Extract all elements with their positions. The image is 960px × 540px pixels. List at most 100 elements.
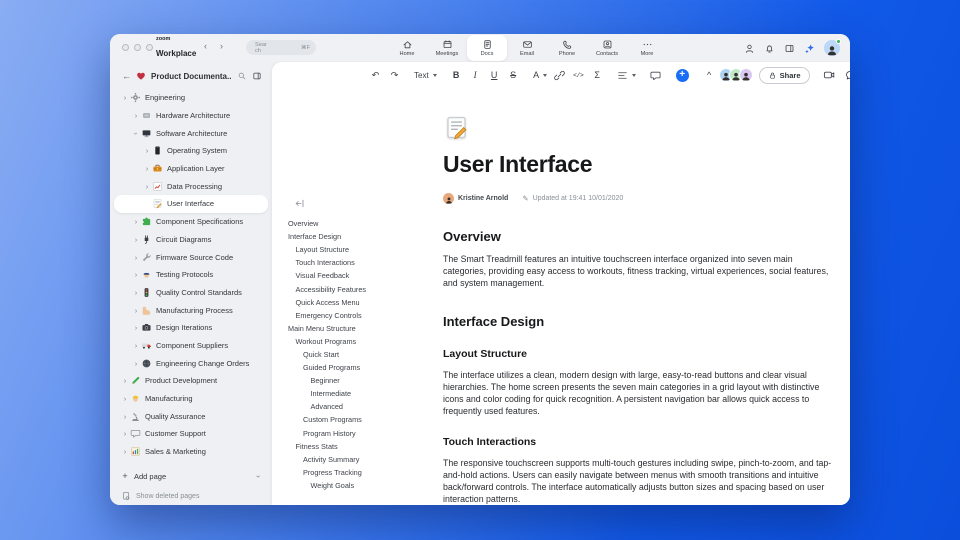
outline-item-advanced[interactable]: Advanced xyxy=(288,400,433,413)
chevron-right-icon[interactable]: › xyxy=(120,93,130,102)
memo-doc-icon[interactable] xyxy=(443,114,470,141)
undo-button[interactable]: ↶ xyxy=(368,67,383,83)
chevron-right-icon[interactable]: › xyxy=(131,253,141,262)
text-style-button[interactable]: Text xyxy=(414,67,437,83)
sidebar-item-manufacturing[interactable]: › Manufacturing xyxy=(114,390,268,408)
user-avatar[interactable] xyxy=(824,39,841,56)
chevron-right-icon[interactable]: › xyxy=(142,146,152,155)
outline-item-accessibility-features[interactable]: Accessibility Features xyxy=(288,282,433,295)
redo-button[interactable]: ↷ xyxy=(387,67,402,83)
chevron-down-icon[interactable]: › xyxy=(132,128,141,138)
sidebar-item-customer-support[interactable]: › Customer Support xyxy=(114,425,268,443)
chevron-right-icon[interactable]: › xyxy=(142,182,152,191)
chevron-right-icon[interactable]: › xyxy=(131,217,141,226)
collapse-toolbar-button[interactable]: ^ xyxy=(702,67,717,83)
sidebar-item-testing-protocols[interactable]: › Testing Protocols xyxy=(114,266,268,284)
outline-item-emergency-controls[interactable]: Emergency Controls xyxy=(288,309,433,322)
outline-item-fitness-stats[interactable]: Fitness Stats xyxy=(288,440,433,453)
sidebar-collapse-icon[interactable] xyxy=(252,71,262,81)
outline-item-program-history[interactable]: Program History xyxy=(288,427,433,440)
outline-item-activity-summary[interactable]: Activity Summary xyxy=(288,453,433,466)
chevron-right-icon[interactable]: › xyxy=(120,429,130,438)
outline-item-overview[interactable]: Overview xyxy=(288,217,433,230)
minimize-window-button[interactable] xyxy=(134,44,141,51)
collapse-outline-icon[interactable] xyxy=(294,198,305,209)
sidebar-item-manufacturing-process[interactable]: › Manufacturing Process xyxy=(114,301,268,319)
back-arrow-icon[interactable]: ← xyxy=(122,71,131,81)
sidebar-item-quality-assurance[interactable]: › Quality Assurance xyxy=(114,407,268,425)
outline-item-weight-goals[interactable]: Weight Goals xyxy=(288,479,433,492)
sidebar-item-data-processing[interactable]: › Data Processing xyxy=(114,177,268,195)
chevron-right-icon[interactable]: › xyxy=(131,306,141,315)
text-color-button[interactable]: A xyxy=(533,67,548,83)
chevron-right-icon[interactable]: › xyxy=(131,288,141,297)
chevron-right-icon[interactable]: › xyxy=(131,341,141,350)
chevron-right-icon[interactable]: › xyxy=(120,376,130,385)
show-deleted-pages-button[interactable]: Show deleted pages xyxy=(114,488,268,504)
sidebar-item-design-iterations[interactable]: › Design Iterations xyxy=(114,319,268,337)
sidebar-search-icon[interactable] xyxy=(237,71,247,81)
outline-item-quick-access-menu[interactable]: Quick Access Menu xyxy=(288,296,433,309)
sidebar-item-component-suppliers[interactable]: › Component Suppliers xyxy=(114,337,268,355)
tab-docs[interactable]: Docs xyxy=(467,35,507,61)
sidebar-item-sales-marketing[interactable]: › Sales & Marketing xyxy=(114,443,268,461)
outline-item-custom-programs[interactable]: Custom Programs xyxy=(288,413,433,426)
chevron-right-icon[interactable]: › xyxy=(131,111,141,120)
sidebar-item-quality-control-standards[interactable]: › Quality Control Standards xyxy=(114,284,268,302)
chevron-right-icon[interactable]: › xyxy=(131,270,141,279)
tab-phone[interactable]: Phone xyxy=(547,34,587,62)
panel-icon[interactable] xyxy=(784,43,795,54)
chevron-right-icon[interactable]: › xyxy=(131,359,141,368)
back-button[interactable]: ‹ xyxy=(204,41,207,51)
sparkle-icon[interactable] xyxy=(804,43,815,54)
sidebar-item-firmware-source-code[interactable]: › Firmware Source Code xyxy=(114,248,268,266)
outline-item-progress-tracking[interactable]: Progress Tracking xyxy=(288,466,433,479)
global-search[interactable]: Search ⌘F xyxy=(246,40,316,55)
chevron-right-icon[interactable]: › xyxy=(142,164,152,173)
equation-button[interactable]: Σ xyxy=(590,67,605,83)
outline-item-visual-feedback[interactable]: Visual Feedback xyxy=(288,269,433,282)
chevron-right-icon[interactable]: › xyxy=(120,412,130,421)
outline-item-beginner[interactable]: Beginner xyxy=(288,374,433,387)
chevron-down-icon[interactable]: › xyxy=(254,475,263,478)
outline-item-guided-programs[interactable]: Guided Programs xyxy=(288,361,433,374)
bold-button[interactable]: B xyxy=(449,67,464,83)
chat-button[interactable] xyxy=(843,67,850,83)
close-window-button[interactable] xyxy=(122,44,129,51)
chevron-right-icon[interactable]: › xyxy=(131,323,141,332)
strikethrough-button[interactable]: S xyxy=(506,67,521,83)
sidebar-item-engineering[interactable]: › Engineering xyxy=(114,89,268,107)
sidebar-item-engineering-change-orders[interactable]: › Engineering Change Orders xyxy=(114,354,268,372)
insert-button[interactable]: + xyxy=(675,67,690,83)
align-button[interactable] xyxy=(617,67,636,83)
code-button[interactable]: </> xyxy=(571,67,586,83)
sidebar-item-application-layer[interactable]: › Application Layer xyxy=(114,160,268,178)
forward-button[interactable]: › xyxy=(220,41,223,51)
sidebar-item-operating-system[interactable]: › Operating System xyxy=(114,142,268,160)
link-button[interactable] xyxy=(552,67,567,83)
tab-contacts[interactable]: Contacts xyxy=(587,34,627,62)
outline-item-interface-design[interactable]: Interface Design xyxy=(288,230,433,243)
collaborator-avatar-3[interactable] xyxy=(738,68,753,82)
tab-email[interactable]: Email xyxy=(507,34,547,62)
add-page-button[interactable]: + Add page › xyxy=(114,468,268,484)
italic-button[interactable]: I xyxy=(468,67,483,83)
sidebar-item-software-architecture[interactable]: › Software Architecture xyxy=(114,124,268,142)
chevron-right-icon[interactable]: › xyxy=(120,447,130,456)
outline-item-layout-structure[interactable]: Layout Structure xyxy=(288,243,433,256)
sidebar-item-hardware-architecture[interactable]: › Hardware Architecture xyxy=(114,107,268,125)
tab-meetings[interactable]: Meetings xyxy=(427,34,467,62)
video-button[interactable] xyxy=(821,67,837,83)
sidebar-item-circuit-diagrams[interactable]: › Circuit Diagrams xyxy=(114,231,268,249)
underline-button[interactable]: U xyxy=(487,67,502,83)
outline-item-main-menu-structure[interactable]: Main Menu Structure xyxy=(288,322,433,335)
chevron-right-icon[interactable]: › xyxy=(120,394,130,403)
tab-home[interactable]: Home xyxy=(387,34,427,62)
tab-more[interactable]: More xyxy=(627,34,667,62)
sidebar-item-product-development[interactable]: › Product Development xyxy=(114,372,268,390)
outline-item-touch-interactions[interactable]: Touch Interactions xyxy=(288,256,433,269)
maximize-window-button[interactable] xyxy=(146,44,153,51)
chevron-right-icon[interactable]: › xyxy=(131,235,141,244)
share-button[interactable]: Share xyxy=(758,66,810,84)
sidebar-item-component-specifications[interactable]: › Component Specifications xyxy=(114,213,268,231)
